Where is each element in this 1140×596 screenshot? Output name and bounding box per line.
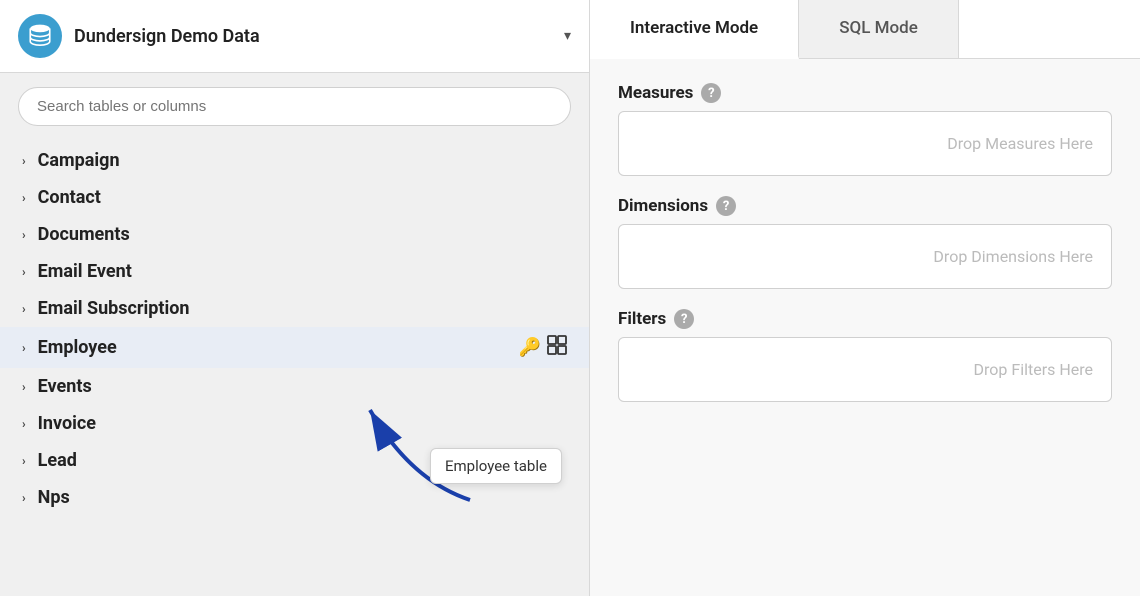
chevron-icon-campaign: › xyxy=(22,154,26,168)
dropdown-arrow-icon[interactable]: ▾ xyxy=(564,28,571,44)
sidebar-item-documents[interactable]: › Documents xyxy=(0,216,589,253)
section-filters: Filters? Drop Filters Here xyxy=(618,309,1112,402)
sidebar-item-email-event[interactable]: › Email Event xyxy=(0,253,589,290)
table-name-invoice: Invoice xyxy=(38,413,96,434)
chevron-icon-email-subscription: › xyxy=(22,302,26,316)
help-icon-measures[interactable]: ? xyxy=(701,83,721,103)
drop-zone-dimensions[interactable]: Drop Dimensions Here xyxy=(618,224,1112,289)
panel-content: Measures? Drop Measures Here Dimensions? Dr… xyxy=(590,59,1140,596)
sidebar-item-contact[interactable]: › Contact xyxy=(0,179,589,216)
drop-zone-measures[interactable]: Drop Measures Here xyxy=(618,111,1112,176)
drop-placeholder-filters: Drop Filters Here xyxy=(974,360,1094,379)
key-icon[interactable]: 🔑 xyxy=(519,337,541,358)
employee-table-tooltip: Employee table xyxy=(430,448,562,484)
sidebar-item-invoice[interactable]: › Invoice xyxy=(0,405,589,442)
section-title-filters: Filters xyxy=(618,309,666,329)
chevron-icon-employee: › xyxy=(22,341,26,355)
table-list: ›Campaign›Contact›Documents›Email Event›… xyxy=(0,136,589,596)
section-label-dimensions: Dimensions? xyxy=(618,196,1112,216)
drop-placeholder-measures: Drop Measures Here xyxy=(947,134,1093,153)
sidebar-item-nps[interactable]: › Nps xyxy=(0,479,589,516)
sidebar-item-events[interactable]: › Events xyxy=(0,368,589,405)
section-measures: Measures? Drop Measures Here xyxy=(618,83,1112,176)
main-panel: Interactive ModeSQL Mode Measures? Drop M… xyxy=(590,0,1140,596)
section-label-measures: Measures? xyxy=(618,83,1112,103)
table-name-email-subscription: Email Subscription xyxy=(38,298,190,319)
table-name-employee: Employee xyxy=(38,337,117,358)
chevron-icon-documents: › xyxy=(22,228,26,242)
sidebar-item-email-subscription[interactable]: › Email Subscription xyxy=(0,290,589,327)
section-title-dimensions: Dimensions xyxy=(618,196,708,216)
tab-interactive[interactable]: Interactive Mode xyxy=(590,0,799,59)
chevron-icon-events: › xyxy=(22,380,26,394)
search-container xyxy=(0,73,589,136)
tabs-header: Interactive ModeSQL Mode xyxy=(590,0,1140,59)
drop-placeholder-dimensions: Drop Dimensions Here xyxy=(933,247,1093,266)
drop-zone-filters[interactable]: Drop Filters Here xyxy=(618,337,1112,402)
table-name-campaign: Campaign xyxy=(38,150,120,171)
grid-table-icon[interactable] xyxy=(547,335,567,360)
sidebar-item-campaign[interactable]: › Campaign xyxy=(0,142,589,179)
sidebar: Dundersign Demo Data ▾ › Campaign › Contact… xyxy=(0,0,590,596)
help-icon-dimensions[interactable]: ? xyxy=(716,196,736,216)
section-label-filters: Filters? xyxy=(618,309,1112,329)
chevron-icon-lead: › xyxy=(22,454,26,468)
chevron-icon-invoice: › xyxy=(22,417,26,431)
chevron-icon-email-event: › xyxy=(22,265,26,279)
db-title: Dundersign Demo Data xyxy=(74,26,552,47)
section-dimensions: Dimensions? Drop Dimensions Here xyxy=(618,196,1112,289)
table-name-events: Events xyxy=(38,376,92,397)
table-name-documents: Documents xyxy=(38,224,130,245)
db-icon xyxy=(18,14,62,58)
sidebar-item-employee[interactable]: › Employee 🔑 xyxy=(0,327,589,368)
chevron-icon-nps: › xyxy=(22,491,26,505)
section-title-measures: Measures xyxy=(618,83,693,103)
table-name-email-event: Email Event xyxy=(38,261,132,282)
table-name-lead: Lead xyxy=(38,450,77,471)
tab-sql[interactable]: SQL Mode xyxy=(799,0,959,58)
help-icon-filters[interactable]: ? xyxy=(674,309,694,329)
table-icons-employee: 🔑 xyxy=(519,335,567,360)
sidebar-header: Dundersign Demo Data ▾ xyxy=(0,0,589,73)
search-input[interactable] xyxy=(18,87,571,126)
table-name-nps: Nps xyxy=(38,487,70,508)
chevron-icon-contact: › xyxy=(22,191,26,205)
table-name-contact: Contact xyxy=(38,187,101,208)
